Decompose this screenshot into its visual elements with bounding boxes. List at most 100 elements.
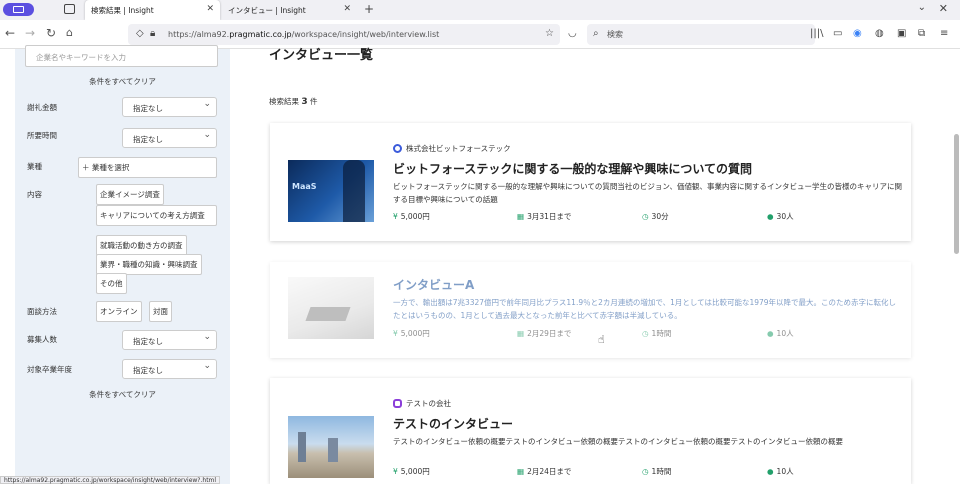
- deadline-meta: ▦ 3月31日まで: [517, 211, 571, 222]
- content-option[interactable]: 企業イメージ調査: [96, 184, 164, 205]
- shield-icon[interactable]: ◇: [136, 28, 144, 39]
- clock-icon: ◷: [642, 212, 649, 221]
- content-option[interactable]: キャリアについての考え方調査: [96, 205, 217, 226]
- people-value: 10人: [776, 467, 794, 476]
- clear-filters-button[interactable]: 条件をすべてクリア: [15, 76, 230, 87]
- grad-year-label: 対象卒業年度: [27, 365, 72, 374]
- interview-card[interactable]: インタビューA 一方で、輸出額は7兆3327億円で前年同月比プラス11.9％と2…: [270, 262, 911, 358]
- reward-label: 謝礼金額: [27, 103, 57, 112]
- card-title[interactable]: テストのインタビュー: [393, 415, 513, 432]
- pocket-icon[interactable]: ◡: [568, 28, 577, 39]
- card-thumbnail: MaaS: [288, 160, 374, 222]
- filter-sidebar: 企業名やキーワードを入力 条件をすべてクリア 謝礼金額 指定なし 所要時間 指定…: [15, 45, 230, 484]
- card-thumbnail: [288, 277, 374, 339]
- new-tab-icon[interactable]: +: [364, 2, 374, 16]
- card-title[interactable]: インタビューA: [393, 276, 474, 293]
- company-name: テストの会社: [393, 398, 451, 409]
- close-tab-icon[interactable]: ✕: [343, 4, 351, 14]
- search-placeholder: 検索: [607, 30, 623, 39]
- home-icon[interactable]: ⌂: [66, 26, 73, 39]
- result-count: 検索結果 3 件: [269, 96, 318, 107]
- select-industry-button[interactable]: ＋ 業種を選択: [78, 157, 217, 178]
- extension-icon[interactable]: ◉: [853, 28, 862, 39]
- mouse-cursor-icon: ☝︎: [598, 333, 605, 346]
- bookmark-star-icon[interactable]: ☆: [545, 28, 554, 39]
- url-path: /workspace/insight/web/interview.list: [291, 30, 440, 39]
- people-value: 10人: [776, 329, 794, 338]
- scrollbar-thumb[interactable]: [954, 134, 959, 254]
- page-scrollbar[interactable]: [953, 49, 960, 484]
- account-icon[interactable]: ◍: [875, 28, 884, 39]
- duration-meta: ◷ 1時間: [642, 466, 671, 477]
- reload-icon[interactable]: ↻: [46, 26, 56, 40]
- count-prefix: 検索結果: [269, 97, 299, 106]
- company-name: 株式会社ビットフォーステック: [393, 143, 511, 154]
- method-option-offline[interactable]: 対面: [149, 301, 172, 322]
- interview-card[interactable]: テストの会社 テストのインタビュー テストのインタビュー依頼の概要テストのインタ…: [270, 378, 911, 484]
- people-value: 30人: [776, 212, 794, 221]
- company-logo-icon: [393, 144, 402, 153]
- company-name-text: 株式会社ビットフォーステック: [406, 144, 511, 153]
- chevron-down-icon[interactable]: ⌄: [918, 2, 926, 13]
- card-title[interactable]: ビットフォーステックに関する一般的な理解や興味についての質問: [393, 160, 752, 177]
- close-window-icon[interactable]: ✕: [939, 2, 948, 15]
- yen-icon: ¥: [393, 212, 398, 221]
- content-option[interactable]: 業界・職種の知識・興味調査: [96, 254, 202, 275]
- people-meta: ● 10人: [767, 466, 794, 477]
- profile-pill-icon[interactable]: [3, 3, 34, 16]
- url-domain: pragmatic.co.jp: [229, 30, 292, 39]
- menu-icon[interactable]: ≡: [940, 28, 948, 39]
- person-icon: ●: [767, 467, 774, 476]
- reward-meta: ¥5,000円: [393, 466, 430, 477]
- method-option-online[interactable]: オンライン: [96, 301, 142, 322]
- calendar-icon: ▦: [517, 329, 525, 338]
- person-icon: ●: [767, 212, 774, 221]
- card-description: テストのインタビュー依頼の概要テストのインタビュー依頼の概要テストのインタビュー…: [393, 437, 843, 446]
- company-name-text: テストの会社: [406, 399, 451, 408]
- duration-select[interactable]: 指定なし: [122, 128, 217, 148]
- search-bar[interactable]: ⌕ 検索: [587, 24, 815, 45]
- thumbnail-text: MaaS: [292, 182, 317, 191]
- back-icon[interactable]: ←: [5, 26, 15, 40]
- card-description: ビットフォーステックに関する一般的な理解や興味についての質問当社のビジョン、価値…: [393, 182, 902, 204]
- reward-meta: ¥5,000円: [393, 211, 430, 222]
- interview-card[interactable]: MaaS 株式会社ビットフォーステック ビットフォーステックに関する一般的な理解…: [270, 123, 911, 241]
- recruit-select[interactable]: 指定なし: [122, 330, 217, 350]
- puzzle-icon[interactable]: ⧉: [918, 28, 925, 39]
- close-tab-icon[interactable]: ✕: [206, 4, 214, 14]
- tab-bar: 検索結果 | Insight ✕ インタビュー | Insight ✕ + ⌄ …: [0, 0, 960, 20]
- duration-value: 1時間: [651, 329, 672, 338]
- deadline-value: 3月31日まで: [527, 212, 572, 221]
- method-label: 面談方法: [27, 307, 57, 316]
- industry-label: 業種: [27, 162, 42, 171]
- reward-select[interactable]: 指定なし: [122, 97, 217, 117]
- clear-filters-button-bottom[interactable]: 条件をすべてクリア: [15, 389, 230, 400]
- duration-value: 30分: [651, 212, 669, 221]
- people-meta: ● 30人: [767, 211, 794, 222]
- lock-icon[interactable]: 🔒︎: [150, 28, 155, 39]
- grad-year-select[interactable]: 指定なし: [122, 359, 217, 379]
- sidebar-toggle-icon[interactable]: ▭: [833, 28, 842, 39]
- status-bar: https://alma92.pragmatic.co.jp/workspace…: [0, 476, 221, 484]
- forward-icon[interactable]: →: [25, 26, 35, 40]
- content-option[interactable]: その他: [96, 273, 127, 294]
- clock-icon: ◷: [642, 329, 649, 338]
- url-bar[interactable]: ◇ 🔒︎ https://alma92. pragmatic.co.jp/work…: [128, 24, 560, 45]
- tab-overview-icon[interactable]: [64, 4, 75, 14]
- duration-label: 所要時間: [27, 131, 57, 140]
- count-number: 3: [301, 97, 308, 107]
- deadline-meta: ▦ 2月24日まで: [517, 466, 571, 477]
- keyword-input[interactable]: 企業名やキーワードを入力: [25, 45, 218, 67]
- content-option[interactable]: 就職活動の動き方の調査: [96, 235, 187, 256]
- tab-interview[interactable]: インタビュー | Insight ✕: [222, 0, 357, 20]
- person-icon: ●: [767, 329, 774, 338]
- company-logo-icon: [393, 399, 402, 408]
- tab-search-results[interactable]: 検索結果 | Insight ✕: [85, 0, 220, 20]
- reward-meta: ¥5,000円: [393, 328, 430, 339]
- search-icon: ⌕: [593, 28, 599, 39]
- recruit-label: 募集人数: [27, 335, 57, 344]
- deadline-value: 2月29日まで: [527, 329, 572, 338]
- screenshot-icon[interactable]: ▣: [897, 28, 906, 39]
- clock-icon: ◷: [642, 467, 649, 476]
- library-icon[interactable]: |||\: [810, 28, 823, 39]
